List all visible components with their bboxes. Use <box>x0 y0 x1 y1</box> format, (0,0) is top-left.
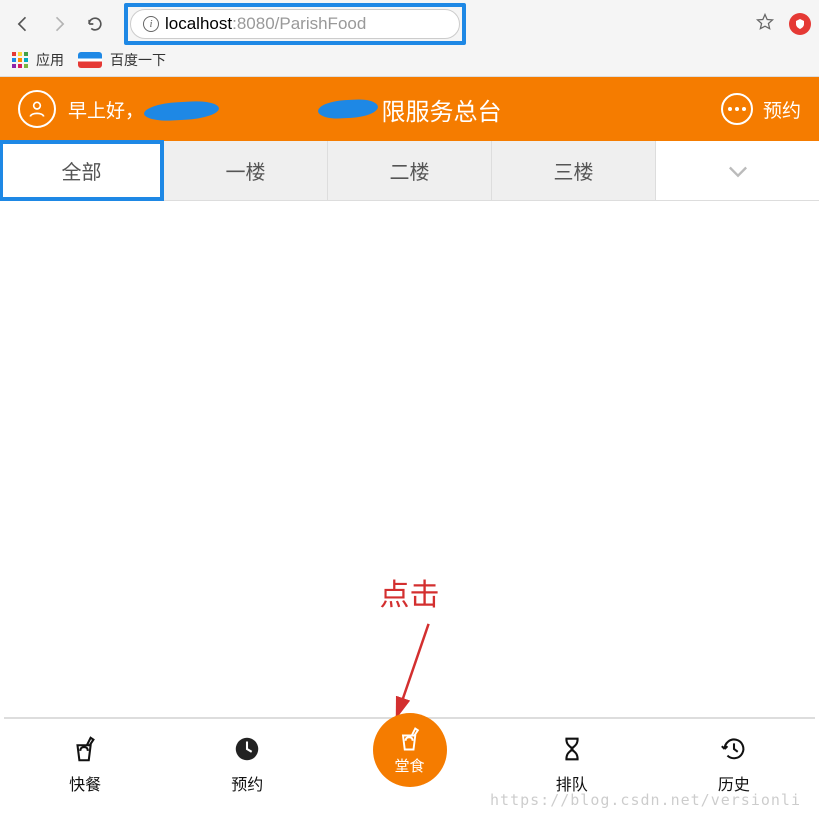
nav-label: 预约 <box>231 771 263 795</box>
avatar[interactable] <box>18 90 56 128</box>
bookmark-star-icon[interactable] <box>755 12 775 37</box>
back-button[interactable] <box>8 9 38 39</box>
reload-icon <box>85 14 105 34</box>
watermark: https://blog.csdn.net/versionli <box>490 791 801 809</box>
tab-label: 一楼 <box>226 156 266 185</box>
tab-label: 二楼 <box>390 156 430 185</box>
highlight-box-url: i localhost:8080/ParishFood <box>124 3 466 45</box>
redaction-mark-title <box>317 98 378 119</box>
address-bar-area: i localhost:8080/ParishFood <box>124 3 741 45</box>
user-icon <box>27 99 47 119</box>
app-header: 早上好， 限服务总台 预约 <box>0 77 819 141</box>
header-reserve-button[interactable]: 预约 <box>763 96 801 123</box>
bookmarks-bar: 应用 百度一下 <box>0 48 819 76</box>
apps-icon[interactable] <box>12 52 28 68</box>
tab-floor3[interactable]: 三楼 <box>492 141 656 200</box>
nav-reserve[interactable]: 预约 <box>166 719 328 809</box>
tab-expand[interactable] <box>656 141 819 200</box>
floor-tabs: 全部 一楼 二楼 三楼 <box>0 141 819 201</box>
forward-button[interactable] <box>44 9 74 39</box>
click-annotation: 点击 <box>380 570 440 614</box>
greeting-text: 早上好， <box>68 101 144 122</box>
browser-chrome: i localhost:8080/ParishFood 应用 百度一下 <box>0 0 819 77</box>
nav-bar: i localhost:8080/ParishFood <box>0 0 819 48</box>
page-title: 限服务总台 <box>318 92 502 127</box>
cup-icon <box>70 734 100 764</box>
more-menu-icon[interactable] <box>721 93 753 125</box>
clock-icon <box>232 734 262 764</box>
tab-label: 全部 <box>62 156 102 185</box>
arrow-left-icon <box>13 14 33 34</box>
extension-shield-icon[interactable] <box>789 13 811 35</box>
bookmark-apps[interactable]: 应用 <box>36 50 64 70</box>
tab-floor1[interactable]: 一楼 <box>164 141 328 200</box>
hourglass-icon <box>557 734 587 764</box>
nav-label: 快餐 <box>69 771 101 795</box>
url-text: localhost:8080/ParishFood <box>165 14 366 34</box>
arrow-right-icon <box>49 14 69 34</box>
redaction-mark <box>144 101 220 123</box>
tab-all[interactable]: 全部 <box>0 141 164 200</box>
tab-floor2[interactable]: 二楼 <box>328 141 492 200</box>
baidu-icon[interactable] <box>78 52 102 68</box>
nav-dinein[interactable]: 堂食 <box>328 705 490 795</box>
cup-icon <box>396 725 424 753</box>
history-icon <box>719 734 749 764</box>
tab-label: 三楼 <box>554 156 594 185</box>
bookmark-baidu[interactable]: 百度一下 <box>110 50 166 70</box>
reload-button[interactable] <box>80 9 110 39</box>
greeting: 早上好， <box>68 96 219 123</box>
address-bar[interactable]: i localhost:8080/ParishFood <box>130 9 460 39</box>
url-host: localhost <box>165 14 232 33</box>
url-rest: :8080/ParishFood <box>232 14 366 33</box>
nav-fastfood[interactable]: 快餐 <box>4 719 166 809</box>
nav-label: 堂食 <box>394 755 424 776</box>
title-suffix: 限服务总台 <box>382 92 502 127</box>
chevron-down-icon <box>724 157 752 185</box>
info-icon[interactable]: i <box>143 16 159 32</box>
header-actions: 预约 <box>721 93 801 125</box>
